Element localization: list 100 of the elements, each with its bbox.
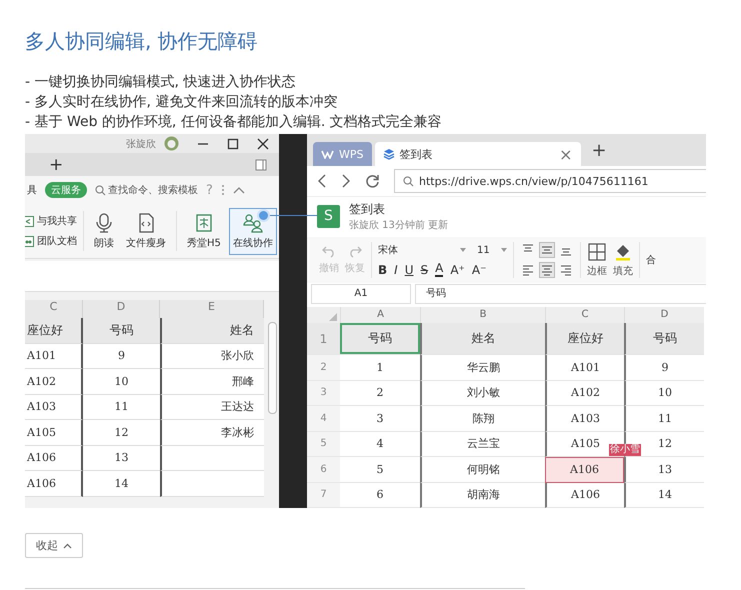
people-icon <box>242 212 264 232</box>
format-button[interactable]: A <box>435 262 444 277</box>
new-tab-button[interactable]: + <box>49 154 64 174</box>
browser-tab[interactable]: 签到表 × <box>374 142 580 166</box>
ribbon-item[interactable]: 团队文档 <box>25 234 77 248</box>
column-header[interactable]: B <box>420 307 545 323</box>
ribbon-button[interactable]: 在线协作 <box>228 208 277 254</box>
document-meta: 张旋欣 13分钟前 更新 <box>349 218 448 232</box>
feature-line: - 基于 Web 的协作环境, 任何设备都能加入编辑. 文档格式完全兼容 <box>25 113 443 132</box>
command-search[interactable]: 查找命令、搜索模板 <box>95 183 198 197</box>
table-cell: 3 <box>340 406 420 432</box>
column-header[interactable]: D <box>83 300 160 318</box>
paint-bucket-icon <box>614 242 632 260</box>
sheet-app-icon: S <box>317 204 340 228</box>
table-cell: 14 <box>624 482 704 508</box>
size-dropdown[interactable]: 11 <box>477 244 507 256</box>
font-dropdown[interactable]: 宋体 <box>378 243 466 257</box>
undo-icon <box>322 246 336 258</box>
table-cell: A101 <box>545 355 624 380</box>
table-cell: 4 <box>340 432 420 457</box>
table-cell: 王达达 <box>160 394 264 420</box>
chevron-up-icon <box>63 542 72 548</box>
table-cell: 1 <box>340 355 420 380</box>
search-icon <box>95 184 106 196</box>
section-heading: 多人协同编辑, 协作无障碍 <box>25 28 259 55</box>
table-cell: 号码 <box>83 318 160 344</box>
microphone-icon <box>95 212 113 232</box>
align-icon[interactable] <box>539 262 555 278</box>
collapse-icon[interactable] <box>232 186 245 194</box>
fill-button[interactable]: 填充 <box>613 242 633 278</box>
more-icon[interactable] <box>220 184 225 196</box>
cell-reference-field[interactable]: A1 <box>311 284 411 304</box>
grow-font-button[interactable]: A⁺ <box>450 262 465 276</box>
table-cell: 号码 <box>340 323 420 355</box>
search-icon <box>403 176 414 186</box>
user-name: 张旋欣 <box>126 138 156 150</box>
table-cell: A103 <box>25 394 83 420</box>
table-cell: 12 <box>83 420 160 446</box>
collapse-button[interactable]: 收起 <box>25 533 83 558</box>
formula-field[interactable]: 号码 <box>415 284 706 304</box>
shrink-font-button[interactable]: A⁻ <box>472 262 486 276</box>
collaborator-tag: 徐小雪 <box>609 444 641 456</box>
caret-icon <box>501 248 507 252</box>
format-button[interactable]: U <box>404 262 414 276</box>
table-cell: A101 <box>25 344 83 369</box>
table-cell: 姓名 <box>420 323 545 355</box>
forward-icon[interactable] <box>341 174 351 188</box>
slide-icon <box>194 212 213 232</box>
align-icon[interactable] <box>539 242 555 258</box>
maximize-icon[interactable] <box>227 138 239 150</box>
column-header[interactable]: E <box>160 300 264 318</box>
address-bar[interactable]: https://drive.wps.cn/view/p/10475611161 <box>394 169 706 193</box>
table-cell: 号码 <box>624 323 704 355</box>
table-cell: 姓名 <box>160 318 264 344</box>
panel-icon[interactable] <box>255 158 267 170</box>
format-button[interactable]: B <box>378 262 388 276</box>
table-cell: 张小欣 <box>160 344 264 369</box>
table-cell: A106 <box>545 457 624 482</box>
ribbon-button[interactable]: 文件瘦身 <box>122 208 170 254</box>
table-cell: A106 <box>25 446 83 471</box>
table-cell: 胡南海 <box>420 482 545 508</box>
menu-label[interactable]: 具 <box>27 183 37 197</box>
reload-icon[interactable] <box>365 174 380 188</box>
table-cell: A105 <box>25 420 83 446</box>
table-cell: A106 <box>25 471 83 496</box>
grid-icon <box>588 242 606 260</box>
column-header[interactable]: D <box>624 307 704 323</box>
ribbon-item[interactable]: 与我共享 <box>25 214 77 228</box>
table-cell: 2 <box>340 380 420 406</box>
format-button[interactable]: S <box>420 262 428 276</box>
new-tab-button[interactable]: + <box>592 140 607 160</box>
column-header[interactable]: A <box>340 307 420 323</box>
table-cell: 11 <box>624 406 704 432</box>
table-cell: 9 <box>83 344 160 369</box>
redo-icon <box>348 246 362 258</box>
back-icon[interactable] <box>317 174 327 188</box>
scrollbar[interactable] <box>268 322 277 414</box>
table-cell: A103 <box>545 406 624 432</box>
table-cell: 10 <box>624 380 704 406</box>
ribbon-button[interactable]: 朗读 <box>90 208 118 254</box>
close-tab-button[interactable]: × <box>559 144 572 164</box>
format-button[interactable]: I <box>394 262 398 276</box>
table-cell: A106 <box>545 482 624 508</box>
document-title: 签到表 <box>349 200 386 218</box>
column-header[interactable]: C <box>545 307 624 323</box>
w-logo-icon <box>321 150 334 158</box>
toolbar-label[interactable]: 合 <box>646 253 656 267</box>
close-icon[interactable] <box>257 138 269 150</box>
ribbon-button[interactable]: 秀堂H5 <box>183 208 225 254</box>
table-cell: 座位好 <box>545 323 624 355</box>
table-cell: 李冰彬 <box>160 420 264 446</box>
table-cell: 邢峰 <box>160 369 264 394</box>
table-cell: A102 <box>25 369 83 394</box>
table-cell: 云兰宝 <box>420 432 545 457</box>
column-header[interactable]: C <box>25 300 83 318</box>
file-icon <box>137 212 155 232</box>
caret-icon <box>460 248 466 252</box>
table-cell: 14 <box>83 471 160 496</box>
border-button[interactable]: 边框 <box>587 242 607 278</box>
feature-line: - 一键切换协同编辑模式, 快速进入协作状态 <box>25 73 296 92</box>
